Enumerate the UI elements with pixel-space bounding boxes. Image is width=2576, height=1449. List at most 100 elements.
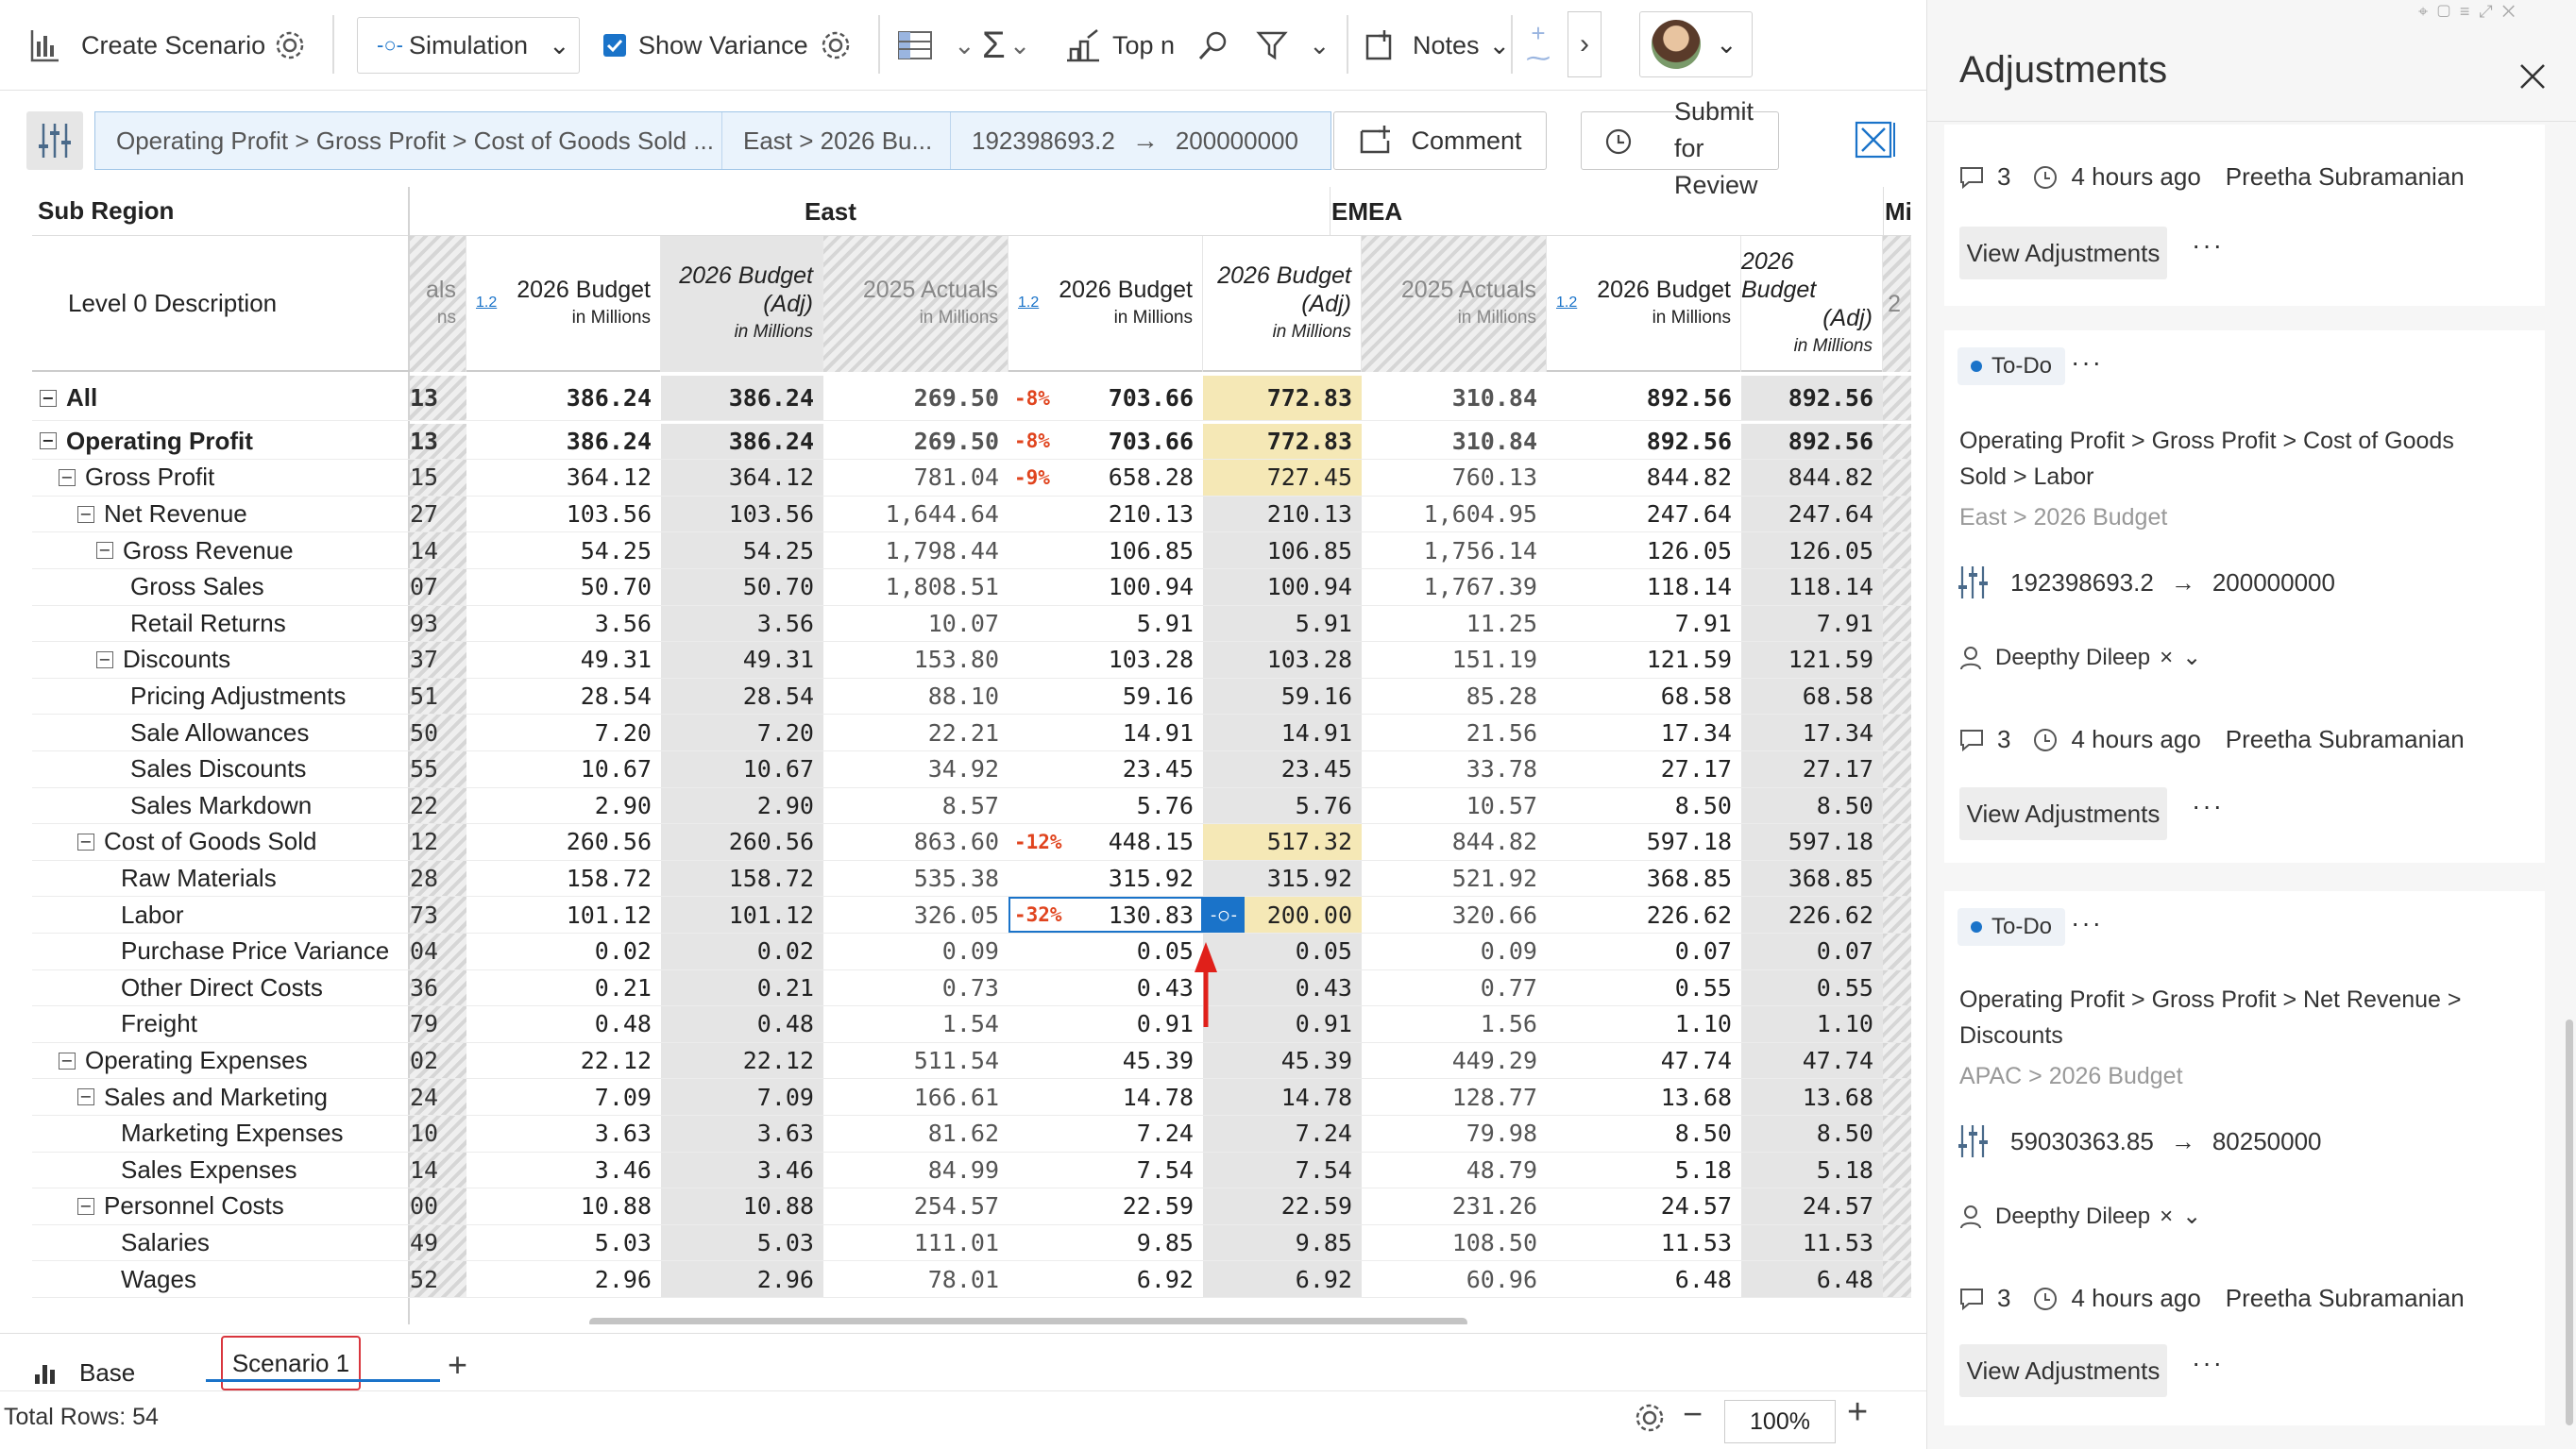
value-cell[interactable]: 1,808.51 — [823, 569, 1008, 605]
value-cell[interactable]: 118.14 — [1741, 569, 1883, 605]
budget-adj-cell[interactable]: 59.16 — [1203, 678, 1362, 715]
column-header-2026-budget-adj[interactable]: 2026 Budget (Adj) in Millions — [1741, 236, 1883, 372]
value-cell[interactable]: 14.91 — [1008, 715, 1203, 750]
value-cell[interactable]: 60.96 — [1362, 1261, 1547, 1297]
value-cell[interactable]: 166.61 — [823, 1079, 1008, 1115]
value-cell[interactable]: 892.56 — [1741, 376, 1883, 420]
value-cell[interactable]: 7.09 — [466, 1079, 661, 1115]
table-row[interactable]: − All 13 386.24 386.24 269.50 703.66 772.83 310.… — [32, 376, 1911, 421]
value-cell[interactable]: 10.67 — [661, 751, 823, 787]
value-cell[interactable]: 0.02 — [466, 934, 661, 969]
more-options-icon[interactable]: ··· — [2192, 1348, 2224, 1378]
value-cell[interactable]: 28 — [410, 860, 466, 897]
row-header[interactable]: Sales Expenses — [121, 1153, 297, 1188]
budget-adj-cell[interactable]: 45.39 — [1203, 1042, 1362, 1079]
create-scenario-button[interactable]: Create Scenario — [28, 0, 265, 91]
table-row[interactable]: Wages 52 2.96 2.96 78.01 6.92 6.92 60.96 6.48 6.4… — [32, 1261, 1911, 1298]
row-header[interactable]: − Gross Revenue — [96, 532, 294, 568]
value-cell[interactable]: 0.09 — [823, 934, 1008, 969]
value-cell[interactable]: 54.25 — [661, 532, 823, 568]
value-cell[interactable]: 269.50 — [823, 424, 1008, 460]
value-cell[interactable]: 15 — [410, 460, 466, 496]
value-cell[interactable]: 1,767.39 — [1362, 569, 1547, 605]
budget-adj-cell[interactable]: 772.83 — [1203, 376, 1362, 420]
value-cell[interactable]: 48.79 — [1362, 1153, 1547, 1188]
value-cell[interactable]: 247.64 — [1741, 496, 1883, 532]
adjustment-breadcrumb[interactable]: Operating Profit > Gross Profit > Cost o… — [94, 111, 1331, 170]
value-cell[interactable]: 5.03 — [661, 1224, 823, 1261]
value-cell[interactable]: 111.01 — [823, 1225, 1008, 1261]
value-cell[interactable]: 49.31 — [466, 642, 661, 678]
value-cell[interactable]: 5.18 — [1741, 1152, 1883, 1188]
chevron-down-icon[interactable]: ⌄ — [2182, 1203, 2201, 1230]
collapse-toggle-icon[interactable]: − — [40, 389, 57, 407]
value-cell[interactable]: 151.19 — [1362, 642, 1547, 678]
status-badge[interactable]: To-Do — [1957, 908, 2066, 946]
value-cell[interactable]: 6.48 — [1547, 1261, 1741, 1297]
value-cell[interactable]: 8.50 — [1547, 788, 1741, 824]
table-row[interactable]: Freight 79 0.48 0.48 1.54 0.91 0.91 1.56 1.10 1.1… — [32, 1006, 1911, 1043]
value-cell[interactable]: 386.24 — [466, 424, 661, 460]
value-cell[interactable]: 269.50 — [823, 376, 1008, 420]
tab-scenario-1[interactable]: Scenario 1 — [221, 1336, 361, 1390]
table-row[interactable]: Raw Materials 28 158.72 158.72 535.38 315.92 3… — [32, 860, 1911, 898]
row-header[interactable]: Sales Discounts — [130, 751, 306, 787]
value-cell[interactable]: 511.54 — [823, 1043, 1008, 1079]
value-cell[interactable]: 14.78 — [1008, 1079, 1203, 1115]
comment-button[interactable]: Comment — [1333, 111, 1547, 170]
value-cell[interactable]: 7.91 — [1547, 606, 1741, 642]
value-cell[interactable]: 6.48 — [1741, 1261, 1883, 1297]
budget-adj-cell[interactable]: 5.76 — [1203, 787, 1362, 824]
budget-adj-cell[interactable]: 517.32 — [1203, 824, 1362, 860]
value-cell[interactable]: 158.72 — [661, 860, 823, 897]
value-cell[interactable]: 2.96 — [661, 1261, 823, 1297]
column-header-2025-actuals[interactable]: 2025 Actuals in Millions — [1362, 236, 1547, 372]
value-cell[interactable]: 79 — [410, 1006, 466, 1042]
value-cell[interactable]: 50.70 — [661, 569, 823, 605]
view-adjustments-button[interactable]: View Adjustments — [1959, 227, 2167, 279]
budget-adj-cell[interactable]: 727.45 — [1203, 460, 1362, 496]
value-cell[interactable]: 3.56 — [466, 606, 661, 642]
table-row[interactable]: Retail Returns 93 3.56 3.56 10.07 5.91 5.91 11.… — [32, 605, 1911, 643]
value-cell[interactable]: 50 — [410, 715, 466, 750]
budget-adj-cell[interactable]: 210.13 — [1203, 496, 1362, 532]
value-cell[interactable]: 892.56 — [1547, 424, 1741, 460]
layout-button[interactable]: ⌄ — [897, 0, 975, 91]
table-row[interactable]: Pricing Adjustments 51 28.54 28.54 88.10 59.1… — [32, 678, 1911, 716]
value-cell[interactable]: 226.62 — [1741, 897, 1883, 933]
precision-toggle[interactable]: 1.2 — [1018, 295, 1039, 312]
scenario-settings-button[interactable] — [274, 0, 306, 91]
value-cell[interactable]: 9.85 — [1008, 1225, 1203, 1261]
value-cell[interactable]: 1.10 — [1741, 1006, 1883, 1042]
column-header-partial-next[interactable]: 2 — [1883, 236, 1911, 372]
value-cell[interactable]: 535.38 — [823, 861, 1008, 897]
collapse-toggle-icon[interactable]: − — [59, 468, 76, 486]
value-cell[interactable]: 0.07 — [1547, 934, 1741, 969]
value-cell[interactable]: 0.73 — [823, 970, 1008, 1006]
table-row[interactable]: − Gross Revenue 14 54.25 54.25 1,798.44 106.85… — [32, 532, 1911, 569]
value-cell[interactable]: 7.91 — [1741, 605, 1883, 642]
table-row[interactable]: Purchase Price Variance 04 0.02 0.02 0.09 0.0… — [32, 934, 1911, 970]
column-header-2025-actuals[interactable]: 2025 Actuals in Millions — [823, 236, 1008, 372]
value-cell[interactable]: 5.03 — [466, 1225, 661, 1261]
table-row[interactable]: − Gross Profit 15 364.12 364.12 781.04 658.28 7… — [32, 460, 1911, 497]
value-cell[interactable]: 11.53 — [1547, 1225, 1741, 1261]
row-header[interactable]: − All — [40, 376, 97, 420]
value-cell[interactable]: 844.82 — [1362, 824, 1547, 860]
value-cell[interactable]: 2.90 — [661, 787, 823, 824]
value-cell[interactable]: 55 — [410, 751, 466, 787]
value-cell[interactable]: 0.07 — [1741, 934, 1883, 969]
row-header[interactable]: Other Direct Costs — [121, 970, 323, 1006]
table-row[interactable]: Other Direct Costs 36 0.21 0.21 0.73 0.43 0.43… — [32, 969, 1911, 1007]
assignee-field[interactable]: Deepthy Dileep × ⌄ — [1959, 1203, 2201, 1230]
value-cell[interactable]: 118.14 — [1547, 569, 1741, 605]
user-menu-button[interactable]: ⌄ — [1639, 11, 1753, 77]
table-row[interactable]: Marketing Expenses 10 3.63 3.63 81.62 7.24 7.2… — [32, 1116, 1911, 1153]
value-cell[interactable]: 47.74 — [1741, 1042, 1883, 1079]
value-cell[interactable]: 597.18 — [1741, 824, 1883, 860]
column-header-partial[interactable]: als ns — [410, 236, 466, 372]
value-cell[interactable]: 1,756.14 — [1362, 532, 1547, 568]
filter-button[interactable]: ⌄ — [1256, 0, 1330, 91]
value-cell[interactable]: 320.66 — [1362, 897, 1547, 933]
value-cell[interactable]: 326.05 — [823, 897, 1008, 933]
